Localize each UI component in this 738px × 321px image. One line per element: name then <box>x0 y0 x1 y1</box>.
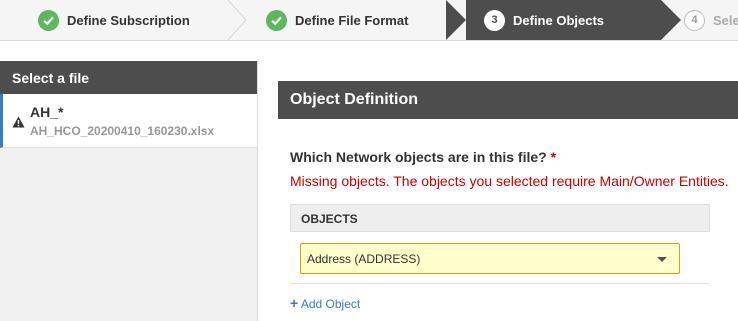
add-object-label: Add Object <box>300 297 361 311</box>
file-name: AH_HCO_20200410_160230.xlsx <box>30 124 215 138</box>
step-number-badge: 3 <box>484 9 505 31</box>
question-text: Which Network objects are in this file? <box>290 149 547 165</box>
step-number-badge: 4 <box>684 9 705 31</box>
step-select[interactable]: 4 Sele <box>684 0 738 40</box>
objects-table-header: OBJECTS <box>290 204 710 232</box>
plus-icon: + <box>290 295 299 311</box>
chevron-separator-icon <box>227 0 247 40</box>
add-object-link[interactable]: + Add Object <box>290 295 360 311</box>
validation-error: Missing objects. The objects you selecte… <box>290 173 729 189</box>
wizard-steps: Define Subscription Define File Format 3… <box>0 0 738 41</box>
object-select-value: Address (ADDRESS) <box>307 252 421 266</box>
divider <box>290 283 710 284</box>
object-select[interactable]: Address (ADDRESS) <box>300 243 680 274</box>
step-label: Define File Format <box>295 12 409 28</box>
step-label: Define Subscription <box>67 12 190 28</box>
check-circle-icon <box>38 9 59 31</box>
file-display-name: AH_* <box>30 104 64 120</box>
step-define-objects[interactable]: 3 Define Objects <box>484 0 604 40</box>
file-sidebar: Select a file AH_* AH_HCO_20200410_16023… <box>0 61 258 321</box>
required-marker: * <box>550 149 557 165</box>
active-step-notch <box>446 0 466 40</box>
step-label: Sele <box>713 12 738 28</box>
panel-title: Object Definition <box>278 81 738 119</box>
step-define-subscription[interactable]: Define Subscription <box>38 0 190 40</box>
sidebar-title: Select a file <box>0 61 257 94</box>
step-define-file-format[interactable]: Define File Format <box>266 0 408 40</box>
warning-icon <box>12 115 25 133</box>
step-label: Define Objects <box>513 12 605 28</box>
caret-down-icon <box>657 257 667 262</box>
objects-question: Which Network objects are in this file? … <box>290 149 556 165</box>
check-circle-icon <box>266 9 287 31</box>
file-list-item[interactable]: AH_* AH_HCO_20200410_160230.xlsx <box>0 94 257 148</box>
active-step-arrow <box>661 0 681 40</box>
